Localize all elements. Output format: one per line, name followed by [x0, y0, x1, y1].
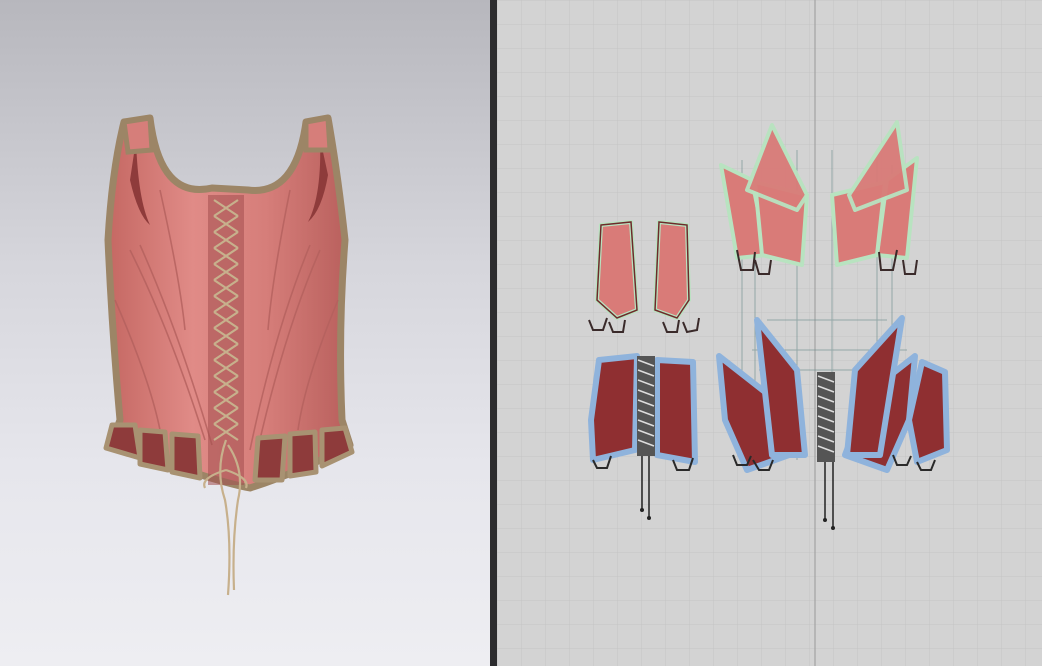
corset-3d-render[interactable]	[0, 0, 490, 666]
pane-divider[interactable]	[490, 0, 497, 666]
right-strap	[303, 115, 333, 153]
left-strap	[121, 115, 155, 155]
3d-viewport[interactable]	[0, 0, 490, 666]
pattern-canvas[interactable]	[497, 0, 1042, 666]
2d-pattern-viewport[interactable]	[497, 0, 1042, 666]
